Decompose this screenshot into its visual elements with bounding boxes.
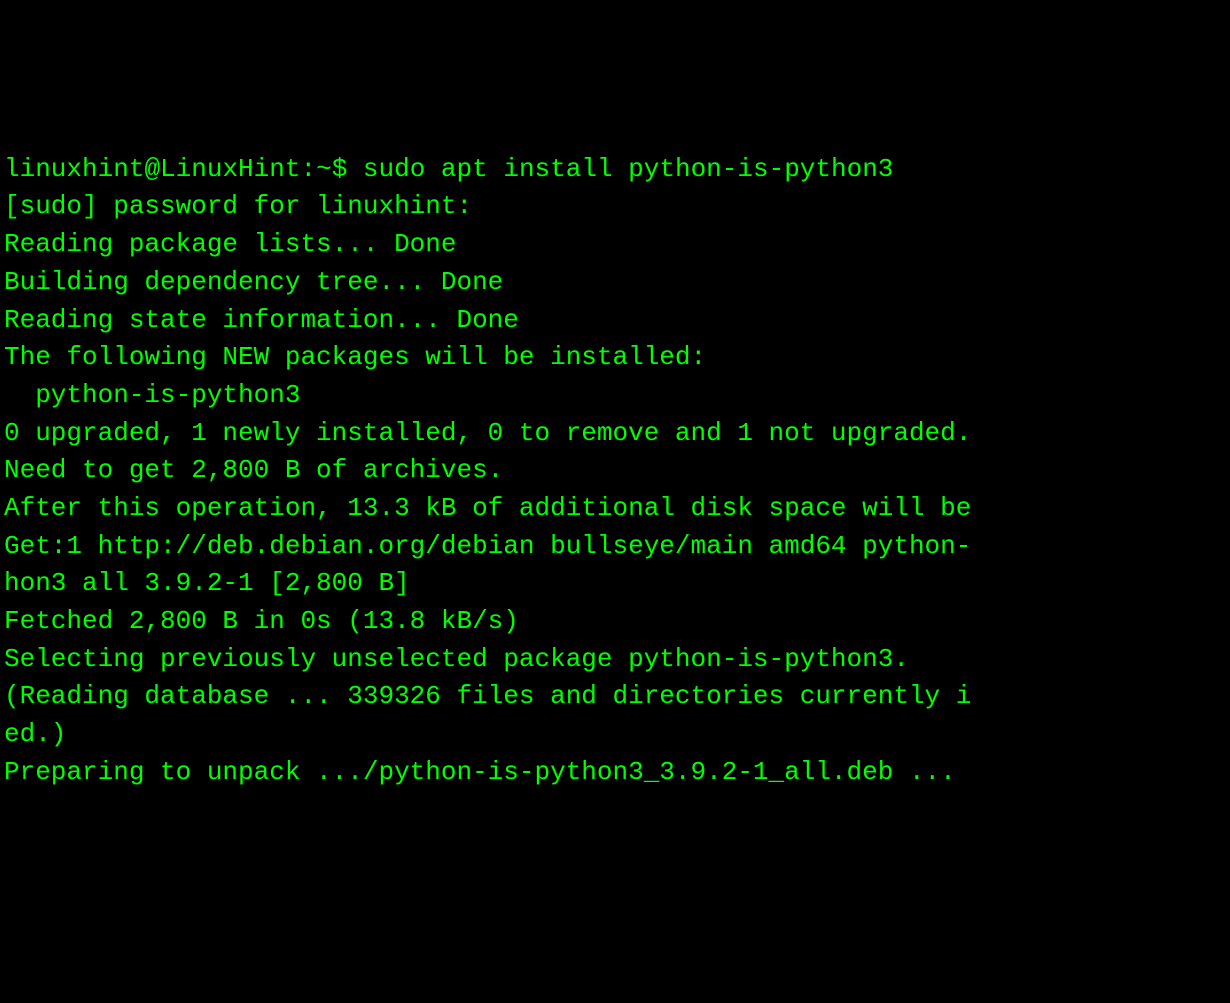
prompt-colon: : bbox=[300, 154, 316, 184]
prompt-dollar: $ bbox=[332, 154, 348, 184]
output-line: 0 upgraded, 1 newly installed, 0 to remo… bbox=[4, 415, 1230, 453]
prompt-path: ~ bbox=[316, 154, 332, 184]
output-line: Preparing to unpack .../python-is-python… bbox=[4, 754, 1230, 792]
output-line: Fetched 2,800 B in 0s (13.8 kB/s) bbox=[4, 603, 1230, 641]
output-line: (Reading database ... 339326 files and d… bbox=[4, 678, 1230, 716]
output-line: Building dependency tree... Done bbox=[4, 264, 1230, 302]
output-line: Reading state information... Done bbox=[4, 302, 1230, 340]
output-line: hon3 all 3.9.2-1 [2,800 B] bbox=[4, 565, 1230, 603]
output-line: ed.) bbox=[4, 716, 1230, 754]
terminal-window[interactable]: linuxhint@LinuxHint:~$ sudo apt install … bbox=[4, 151, 1230, 815]
output-line: Reading package lists... Done bbox=[4, 226, 1230, 264]
output-line: python-is-python3 bbox=[4, 377, 1230, 415]
prompt-host: LinuxHint bbox=[160, 154, 300, 184]
output-line: Get:1 http://deb.debian.org/debian bulls… bbox=[4, 528, 1230, 566]
output-line: Need to get 2,800 B of archives. bbox=[4, 452, 1230, 490]
output-line: After this operation, 13.3 kB of additio… bbox=[4, 490, 1230, 528]
output-line: Selecting previously unselected package … bbox=[4, 641, 1230, 679]
command-input[interactable]: sudo apt install python-is-python3 bbox=[363, 154, 894, 184]
output-line: The following NEW packages will be insta… bbox=[4, 339, 1230, 377]
prompt-at: @ bbox=[144, 154, 160, 184]
output-line: [sudo] password for linuxhint: bbox=[4, 188, 1230, 226]
prompt-user: linuxhint bbox=[4, 154, 144, 184]
prompt-line: linuxhint@LinuxHint:~$ sudo apt install … bbox=[4, 151, 1230, 189]
